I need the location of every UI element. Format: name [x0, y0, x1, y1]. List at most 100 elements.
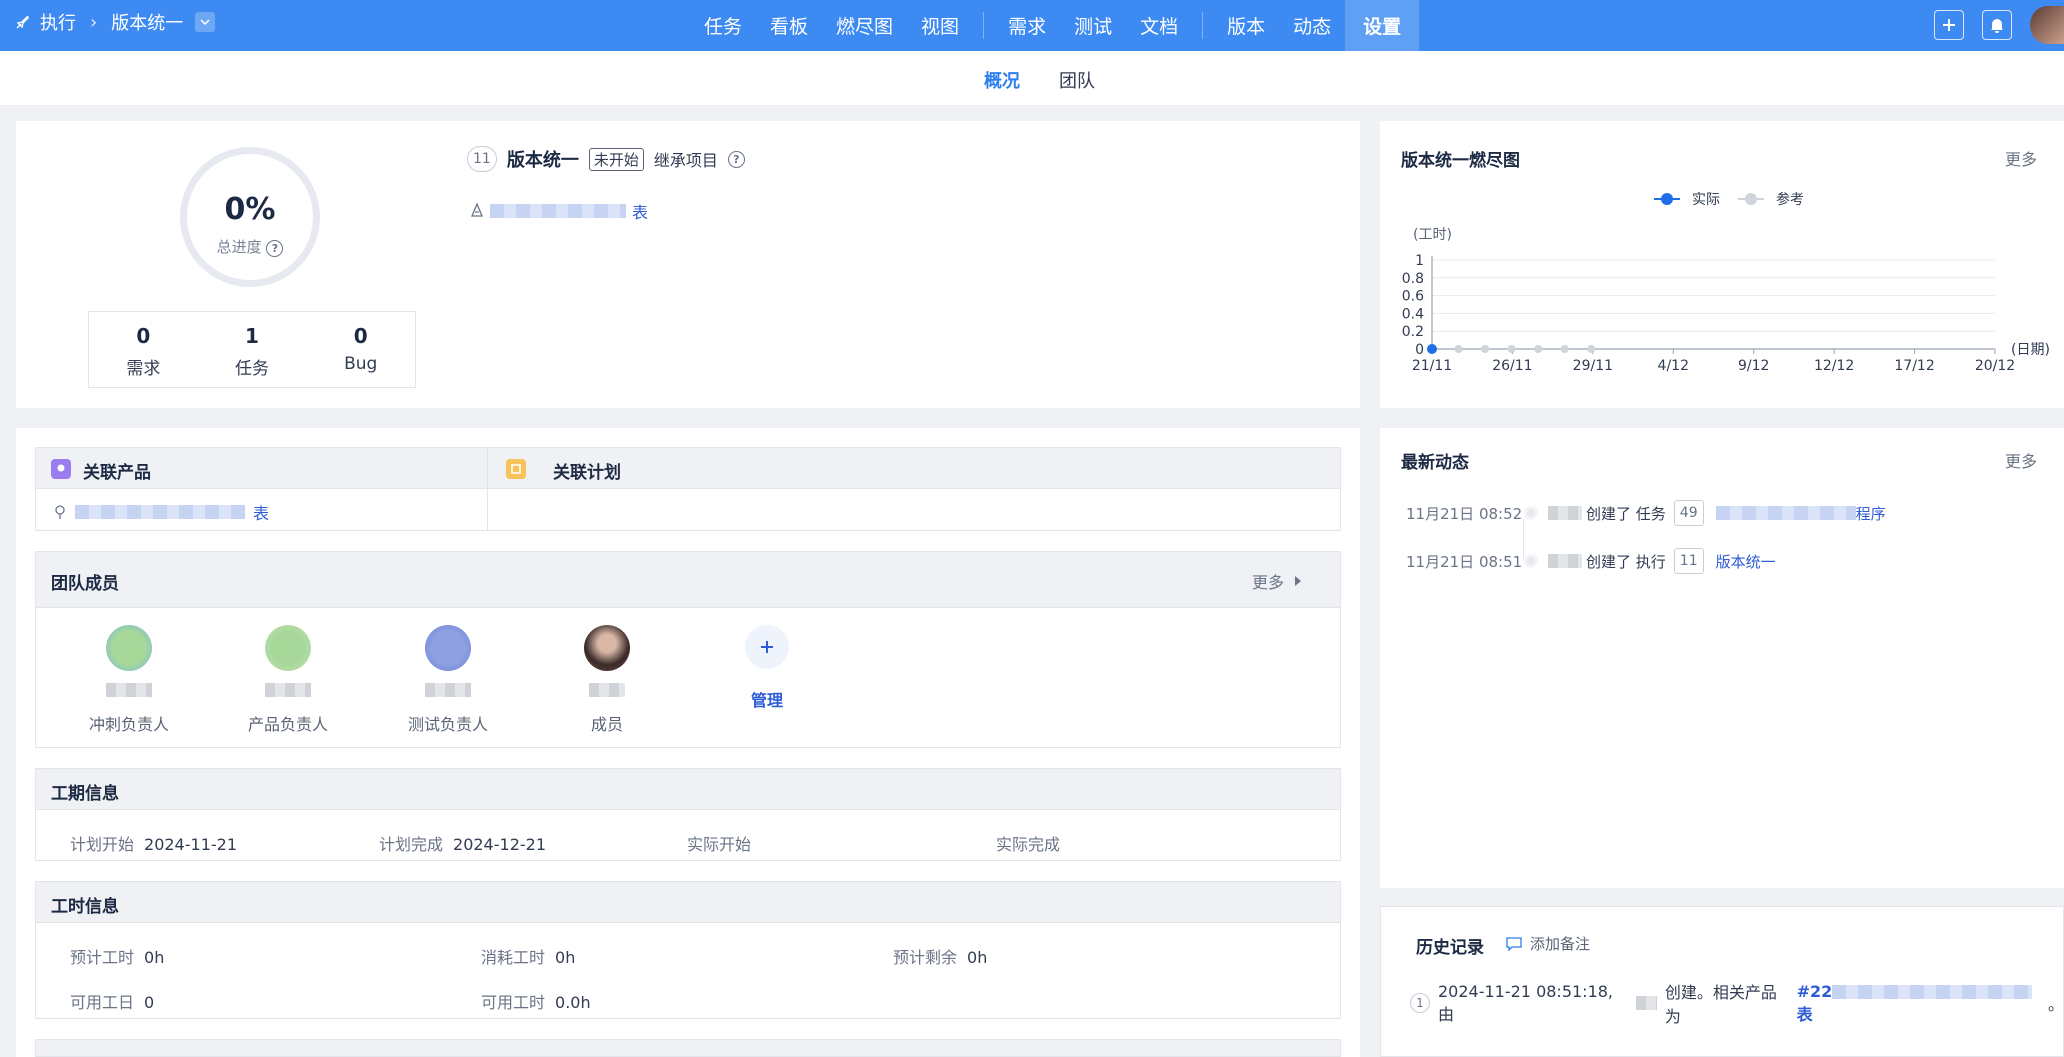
bell-icon[interactable] [1982, 10, 2012, 40]
nav-divider [983, 12, 985, 39]
member-product-owner[interactable]: 产品负责人 [228, 625, 348, 735]
dynamic-item: 11月21日 08:52 创建了 任务 49 程序 [1406, 500, 1886, 526]
y-tick-label: 0.2 [1402, 324, 1424, 340]
member-test-owner[interactable]: 测试负责人 [388, 625, 508, 735]
redacted-text [425, 683, 471, 697]
hours-header: 工时信息 [35, 881, 1341, 923]
burndown-more-link[interactable]: 更多 [2005, 146, 2037, 170]
help-icon[interactable]: ? [266, 240, 284, 257]
redacted-text [1548, 506, 1582, 520]
breadcrumb-current[interactable]: 版本统一 [111, 9, 183, 35]
add-note-button[interactable]: 添加备注 [1506, 933, 1590, 954]
consumed-hours: 消耗工时 0h [481, 948, 576, 967]
tab-team[interactable]: 团队 [1059, 67, 1095, 93]
schedule-header: 工期信息 [35, 768, 1341, 810]
nav-doc[interactable]: 文档 [1126, 0, 1192, 51]
burndown-chart: 实际 参考 (工时) 0 0.2 0.40.6 0.8 1 21/11 26/11 29/11 4/1… [1402, 191, 2050, 374]
avatar [425, 625, 471, 671]
x-tick-label: 21/11 [1412, 358, 1452, 374]
stat-story[interactable]: 0 需求 [89, 312, 198, 387]
related-plan-header: 关联计划 [553, 463, 621, 483]
main-nav: 任务 看板 燃尽图 视图 需求 测试 文档 版本 动态 设置 [690, 0, 1420, 51]
hours-body [35, 923, 1341, 1019]
available-hours: 可用工时 0.0h [481, 993, 591, 1012]
nav-build[interactable]: 版本 [1213, 0, 1279, 51]
chevron-right-icon: › [90, 11, 98, 33]
member-sprint-owner[interactable]: 冲刺负责人 [69, 625, 189, 735]
x-axis-label: (日期) [2011, 342, 2050, 358]
y-tick-label: 0.6 [1402, 289, 1424, 305]
ref-point [1534, 345, 1543, 353]
member-general[interactable]: 成员 [547, 625, 667, 735]
redacted-text [106, 683, 152, 697]
redacted-text [490, 204, 626, 218]
location-icon [55, 505, 65, 519]
related-product-link[interactable]: 表 [53, 500, 269, 524]
redacted-text [1715, 506, 1856, 520]
ref-point [1481, 345, 1490, 353]
dynamics-title: 最新动态 [1401, 453, 1469, 473]
team-header: 团队成员 更多 [35, 551, 1341, 608]
caret-right-icon [1295, 576, 1302, 586]
chevron-down-icon[interactable] [195, 12, 216, 32]
product-link[interactable]: #22表 [1797, 982, 2040, 1025]
timeline-dot [1524, 506, 1538, 520]
user-avatar[interactable] [2030, 6, 2064, 44]
manage-team-button[interactable]: 管理 [707, 625, 827, 711]
column-divider [487, 489, 488, 531]
exec-name: 版本统一 [506, 150, 579, 171]
legend-actual-marker [1661, 193, 1673, 205]
actual-start: 实际开始 [687, 835, 752, 854]
exec-header: 11 版本统一 未开始 继承项目 ? [467, 146, 745, 172]
nav-kanban[interactable]: 看板 [756, 0, 822, 51]
dynamic-link[interactable]: 程序 [1856, 503, 1886, 524]
actual-point [1427, 344, 1437, 354]
breadcrumb-root[interactable]: 执行 [40, 9, 76, 35]
exec-id: 11 [467, 146, 497, 172]
x-tick-label: 20/12 [1975, 358, 2015, 374]
plus-icon[interactable] [1934, 10, 1964, 40]
x-tick-label: 9/12 [1738, 358, 1769, 374]
ref-point [1560, 345, 1569, 353]
nav-dynamic[interactable]: 动态 [1279, 0, 1345, 51]
project-link[interactable]: 表 [470, 199, 648, 223]
team-more-link[interactable]: 更多 [1252, 569, 1302, 593]
team-title: 团队成员 [51, 574, 119, 594]
status-badge: 未开始 [588, 147, 644, 171]
stat-bug[interactable]: 0 Bug [306, 312, 415, 387]
actual-end: 实际完成 [996, 835, 1061, 854]
nav-task[interactable]: 任务 [690, 0, 756, 51]
ref-point [1587, 345, 1596, 353]
comment-icon [1506, 936, 1522, 951]
progress-value: 0% [224, 192, 276, 227]
legend-ref-marker [1745, 193, 1757, 205]
nav-burndown[interactable]: 燃尽图 [822, 0, 907, 51]
next-section-header [35, 1039, 1341, 1057]
breadcrumb: 执行 › 版本统一 [14, 9, 216, 35]
nav-story[interactable]: 需求 [994, 0, 1060, 51]
left-hours: 预计剩余 0h [893, 948, 988, 967]
stat-task[interactable]: 1 任务 [198, 312, 307, 387]
avatar [584, 625, 630, 671]
dynamics-more-link[interactable]: 更多 [2005, 448, 2037, 472]
nav-view[interactable]: 视图 [907, 0, 973, 51]
redacted-text [75, 505, 245, 519]
history-title: 历史记录 [1416, 938, 1484, 958]
x-tick-label: 26/11 [1492, 358, 1532, 374]
help-icon[interactable]: ? [727, 150, 745, 168]
avatar [265, 625, 311, 671]
nav-test[interactable]: 测试 [1060, 0, 1126, 51]
redacted-text [265, 683, 311, 697]
timeline-dot [1524, 554, 1538, 568]
x-tick-label: 4/12 [1658, 358, 1689, 374]
dynamic-link[interactable]: 版本统一 [1716, 551, 1776, 572]
inherit-label: 继承项目 [653, 151, 718, 170]
related-body: 表 [35, 489, 1341, 531]
nav-divider [1202, 12, 1204, 39]
plus-icon [745, 625, 789, 669]
avatar [106, 625, 152, 671]
tab-overview[interactable]: 概况 [984, 67, 1020, 93]
top-actions [1934, 6, 2064, 44]
nav-settings[interactable]: 设置 [1345, 0, 1420, 51]
history-entry: 1 2024-11-21 08:51:18, 由 创建。相关产品为 #22表 。 [1410, 979, 2064, 1027]
